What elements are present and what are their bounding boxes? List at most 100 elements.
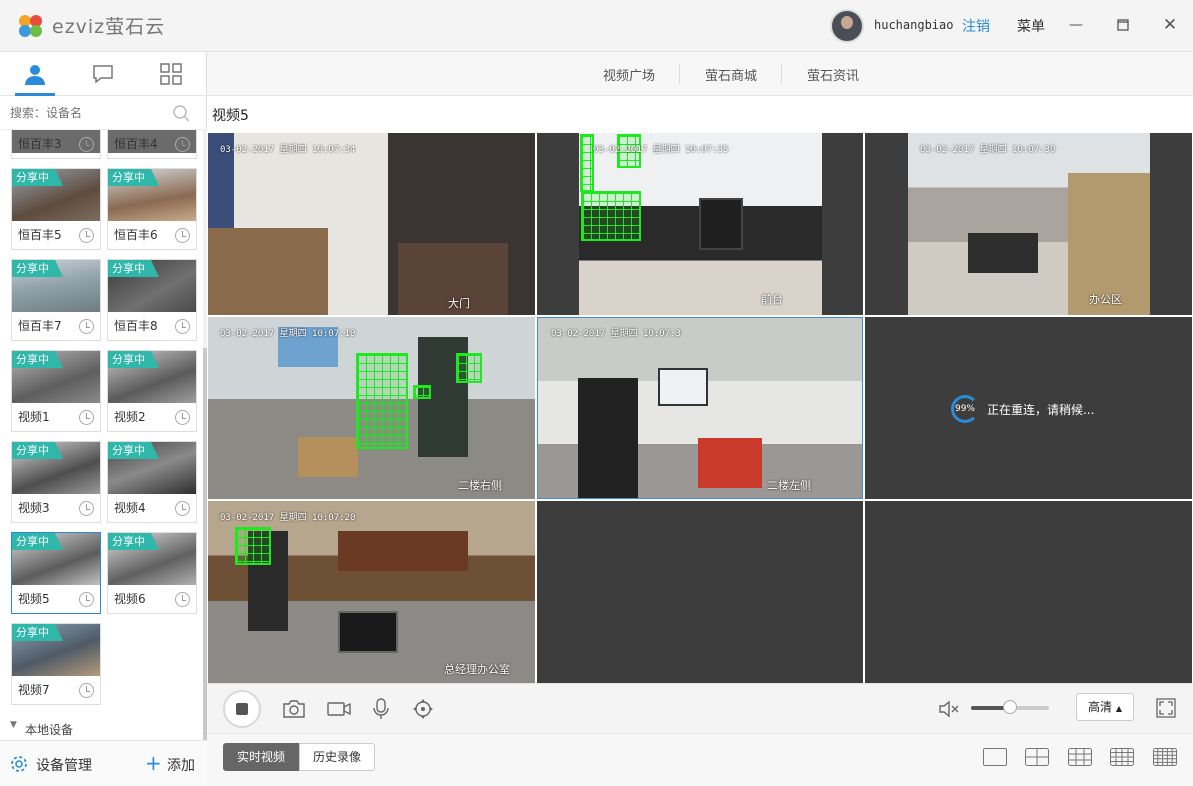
- feed-monitor: [699, 198, 743, 250]
- caret-up-icon: ▲: [1115, 704, 1122, 713]
- device-card[interactable]: 分享中 视频7: [11, 623, 101, 705]
- motion-detection-overlay: [413, 385, 431, 399]
- quality-selector[interactable]: 高清 ▲: [1076, 693, 1134, 721]
- history-clock-icon[interactable]: [79, 592, 94, 607]
- ptz-icon[interactable]: [411, 698, 435, 720]
- triangle-down-icon: ▼: [10, 720, 17, 730]
- live-video-tab[interactable]: 实时视频: [223, 743, 299, 771]
- share-badge: 分享中: [108, 442, 159, 459]
- video-cell[interactable]: 03-02-2017 星期四 10:07:10 二楼右侧: [208, 317, 535, 499]
- camera-icon[interactable]: [282, 698, 306, 720]
- share-badge: 分享中: [12, 533, 63, 550]
- history-clock-icon[interactable]: [175, 410, 190, 425]
- search-icon[interactable]: [172, 104, 190, 122]
- search-bar: [0, 96, 207, 130]
- video-record-icon[interactable]: [326, 698, 352, 720]
- device-card[interactable]: 分享中 恒百丰7: [11, 259, 101, 341]
- menu-button[interactable]: 菜单: [1017, 16, 1045, 36]
- video-cell-empty[interactable]: [537, 501, 863, 683]
- device-card[interactable]: 分享中 视频2: [107, 350, 197, 432]
- share-badge: 分享中: [12, 351, 63, 368]
- chat-bubble-icon[interactable]: [91, 62, 115, 86]
- layout-25-icon[interactable]: [1153, 748, 1177, 766]
- username: huchangbiao: [874, 18, 954, 32]
- camera-feed: [908, 133, 1150, 315]
- camera-label: 总经理办公室: [444, 663, 510, 676]
- grid-apps-icon[interactable]: [159, 62, 183, 86]
- search-input[interactable]: [10, 102, 160, 124]
- history-clock-icon[interactable]: [79, 410, 94, 425]
- video-timestamp: 03-02-2017 星期四 10:07:10: [220, 329, 356, 339]
- mute-icon[interactable]: [938, 699, 960, 719]
- device-card[interactable]: 分享中 恒百丰5: [11, 168, 101, 250]
- volume-slider[interactable]: [971, 700, 1049, 714]
- history-clock-icon[interactable]: [79, 501, 94, 516]
- fullscreen-icon[interactable]: [1155, 697, 1177, 719]
- feed-person: [578, 378, 638, 498]
- layout-4-icon[interactable]: [1025, 748, 1049, 766]
- device-name: 视频3: [18, 501, 50, 515]
- device-card[interactable]: 分享中 视频1: [11, 350, 101, 432]
- person-icon[interactable]: [23, 62, 47, 86]
- layout-9-icon[interactable]: [1068, 748, 1092, 766]
- nav-divider: [781, 64, 782, 84]
- feed-monitor: [338, 611, 398, 653]
- history-clock-icon[interactable]: [79, 319, 94, 334]
- device-card[interactable]: 分享中 视频5: [11, 532, 101, 614]
- local-devices-section[interactable]: ▼ 本地设备: [0, 718, 207, 740]
- history-clock-icon[interactable]: [79, 137, 94, 152]
- device-name: 视频4: [114, 501, 146, 515]
- device-card[interactable]: 分享中 恒百丰8: [107, 259, 197, 341]
- device-card[interactable]: 恒百丰4: [107, 130, 197, 159]
- volume-knob[interactable]: [1003, 700, 1017, 714]
- device-card[interactable]: 分享中 恒百丰6: [107, 168, 197, 250]
- share-badge: 分享中: [108, 169, 159, 186]
- camera-label: 大门: [448, 297, 470, 310]
- loading-spinner-icon: 99%: [951, 395, 979, 423]
- history-clock-icon[interactable]: [79, 683, 94, 698]
- video-cell[interactable]: 03-02-2017 星期四 10:07:34 大门: [208, 133, 535, 315]
- maximize-icon[interactable]: [1111, 13, 1135, 37]
- share-badge: 分享中: [108, 351, 159, 368]
- video-cell[interactable]: 99% 正在重连，请稍候...: [865, 317, 1192, 499]
- motion-detection-overlay: [456, 353, 482, 383]
- nav-divider: [679, 64, 680, 84]
- stop-icon[interactable]: [223, 690, 261, 728]
- history-clock-icon[interactable]: [175, 592, 190, 607]
- device-name: 视频7: [18, 683, 50, 697]
- device-card[interactable]: 分享中 视频6: [107, 532, 197, 614]
- device-card[interactable]: 恒百丰3: [11, 130, 101, 159]
- share-badge: 分享中: [12, 260, 63, 277]
- history-clock-icon[interactable]: [175, 319, 190, 334]
- video-cell-selected[interactable]: 03-02-2017 星期四 10:07:3 二楼左侧: [537, 317, 863, 499]
- logout-link[interactable]: 注销: [962, 16, 990, 36]
- nav-ezviz-mall[interactable]: 萤石商城: [705, 65, 757, 84]
- nav-video-square[interactable]: 视频广场: [603, 65, 655, 84]
- close-icon[interactable]: ✕: [1158, 13, 1182, 37]
- feed-table: [338, 531, 468, 571]
- microphone-icon[interactable]: [369, 698, 393, 720]
- video-cell[interactable]: 03-02-2017 星期四 10:07:30 办公区: [865, 133, 1192, 315]
- camera-feed: [538, 318, 862, 498]
- history-clock-icon[interactable]: [79, 228, 94, 243]
- video-cell[interactable]: 03-02-2017 星期四 10:07:20 总经理办公室: [208, 501, 535, 683]
- minimize-icon[interactable]: —: [1064, 13, 1088, 37]
- nav-ezviz-news[interactable]: 萤石资讯: [807, 65, 859, 84]
- sidebar-footer: 设备管理 + 添加: [0, 740, 207, 786]
- view-title-bar: 视频5: [207, 96, 1193, 132]
- history-clock-icon[interactable]: [175, 228, 190, 243]
- history-clock-icon[interactable]: [175, 501, 190, 516]
- device-card[interactable]: 分享中 视频4: [107, 441, 197, 523]
- layout-1-icon[interactable]: [983, 748, 1007, 766]
- motion-detection-overlay: [580, 134, 594, 192]
- layout-16-icon[interactable]: [1110, 748, 1134, 766]
- history-video-tab[interactable]: 历史录像: [299, 743, 375, 771]
- video-cell-empty[interactable]: [865, 501, 1192, 683]
- sidebar-tabs: [0, 52, 207, 96]
- brand-name: ezviz萤石云: [52, 16, 166, 38]
- avatar[interactable]: [830, 9, 864, 43]
- device-card[interactable]: 分享中 视频3: [11, 441, 101, 523]
- motion-detection-overlay: [235, 527, 271, 565]
- history-clock-icon[interactable]: [175, 137, 190, 152]
- video-cell[interactable]: 03-02-2017 星期四 10:07:35 前台: [537, 133, 863, 315]
